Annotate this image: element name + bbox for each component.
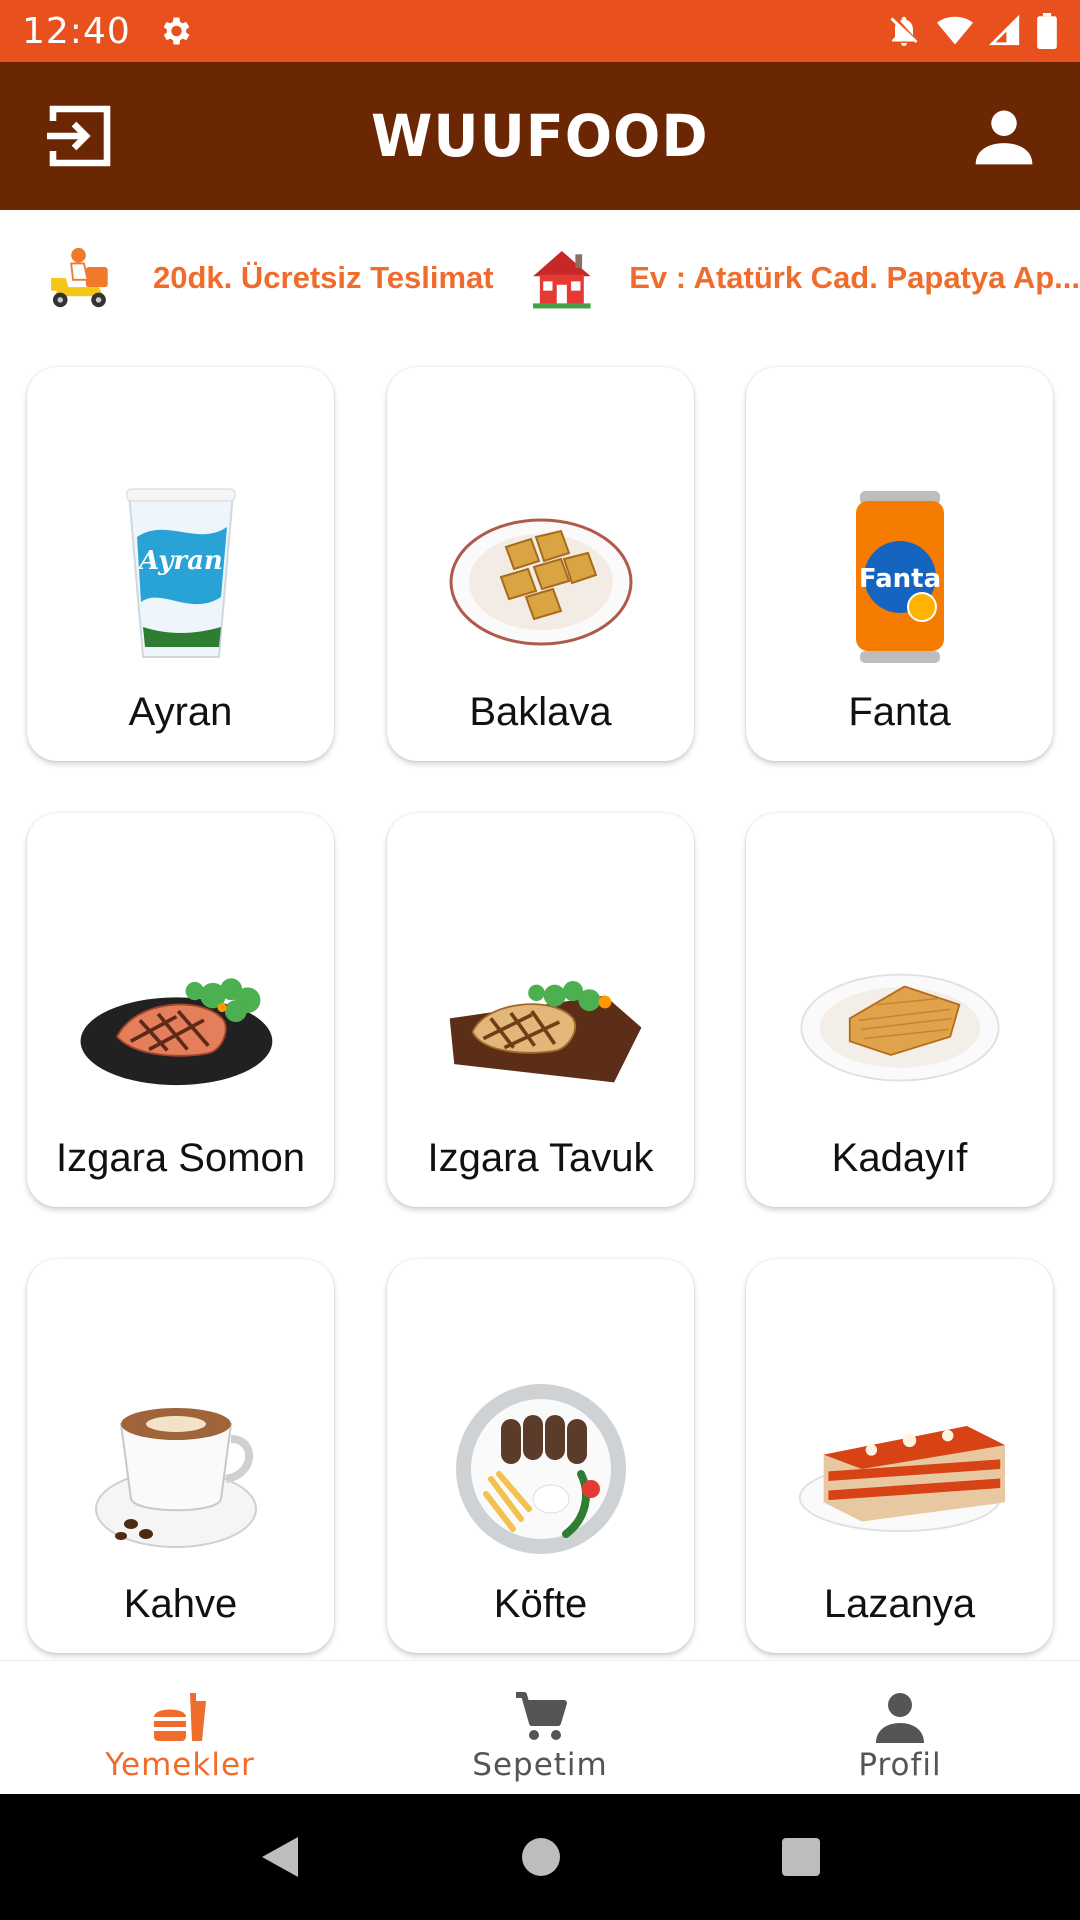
kadayif-plate-image <box>795 923 1005 1123</box>
nav-label: Yemekler <box>105 1747 255 1783</box>
app-title: WUUFOOD <box>371 102 709 170</box>
food-card-fanta[interactable]: Fanta Fanta <box>746 367 1053 761</box>
status-time: 12:40 <box>22 10 131 52</box>
food-card-kofte[interactable]: Köfte <box>387 1259 694 1653</box>
account-icon[interactable] <box>970 102 1038 170</box>
food-card-lazanya[interactable]: Lazanya <box>746 1259 1053 1653</box>
kofte-plate-image <box>436 1369 646 1569</box>
cart-icon <box>516 1692 567 1740</box>
food-name: Kahve <box>123 1582 238 1626</box>
system-navigation-bar <box>0 1794 1080 1920</box>
nav-label: Sepetim <box>472 1747 608 1783</box>
signal-icon <box>988 14 1020 46</box>
nav-item-profil[interactable]: Profil <box>720 1661 1080 1794</box>
person-icon <box>876 1693 924 1743</box>
app-bar: WUUFOOD <box>0 62 1080 210</box>
food-name: Izgara Somon <box>55 1136 306 1180</box>
fastfood-icon <box>154 1693 206 1741</box>
logout-icon[interactable] <box>44 100 116 172</box>
food-name: Köfte <box>493 1582 588 1626</box>
house-icon <box>532 250 591 308</box>
back-icon[interactable] <box>258 1833 302 1881</box>
coffee-cup-image <box>76 1369 286 1569</box>
bottom-navigation: Yemekler Sepetim Profil <box>0 1660 1080 1794</box>
nav-item-sepetim[interactable]: Sepetim <box>360 1661 720 1794</box>
delivery-scooter-icon <box>51 247 108 307</box>
wifi-icon <box>937 16 973 45</box>
food-name: Kadayıf <box>831 1136 968 1180</box>
fanta-can-image: Fanta <box>795 477 1005 677</box>
status-bar: 12:40 <box>0 0 1080 62</box>
food-card-baklava[interactable]: Baklava <box>387 367 694 761</box>
food-card-kahve[interactable]: Kahve <box>27 1259 334 1653</box>
ayran-cup-image: Ayran <box>76 477 286 677</box>
address-text[interactable]: Ev : Atatürk Cad. Papatya Ap... <box>629 260 1080 296</box>
lasagna-plate-image <box>795 1369 1005 1569</box>
nav-item-yemekler[interactable]: Yemekler <box>0 1661 360 1794</box>
food-name: Fanta <box>848 690 951 734</box>
home-icon[interactable] <box>519 1835 563 1879</box>
grilled-salmon-image <box>76 923 286 1123</box>
food-card-izgara-tavuk[interactable]: Izgara Tavuk <box>387 813 694 1207</box>
svg-text:Ayran: Ayran <box>136 546 223 576</box>
recents-icon[interactable] <box>780 1836 822 1878</box>
gear-icon <box>163 17 190 45</box>
food-name: Baklava <box>469 690 612 734</box>
notifications-off-icon <box>890 16 918 46</box>
food-card-izgara-somon[interactable]: Izgara Somon <box>27 813 334 1207</box>
food-name: Ayran <box>128 690 233 734</box>
delivery-text: 20dk. Ücretsiz Teslimat <box>153 259 494 295</box>
food-card-ayran[interactable]: Ayran Ayran <box>27 367 334 761</box>
svg-text:Fanta: Fanta <box>858 564 940 594</box>
nav-label: Profil <box>858 1747 942 1783</box>
battery-icon <box>1037 13 1057 49</box>
food-grid: Ayran Ayran Baklava Fanta Fanta Izgara S… <box>0 345 1080 1660</box>
food-name: Izgara Tavuk <box>427 1136 654 1180</box>
food-name: Lazanya <box>823 1582 976 1626</box>
info-strip: 20dk. Ücretsiz Teslimat Ev : Atatürk Cad… <box>0 210 1080 345</box>
grilled-chicken-image <box>436 923 646 1123</box>
food-card-kadayif[interactable]: Kadayıf <box>746 813 1053 1207</box>
baklava-plate-image <box>436 477 646 677</box>
